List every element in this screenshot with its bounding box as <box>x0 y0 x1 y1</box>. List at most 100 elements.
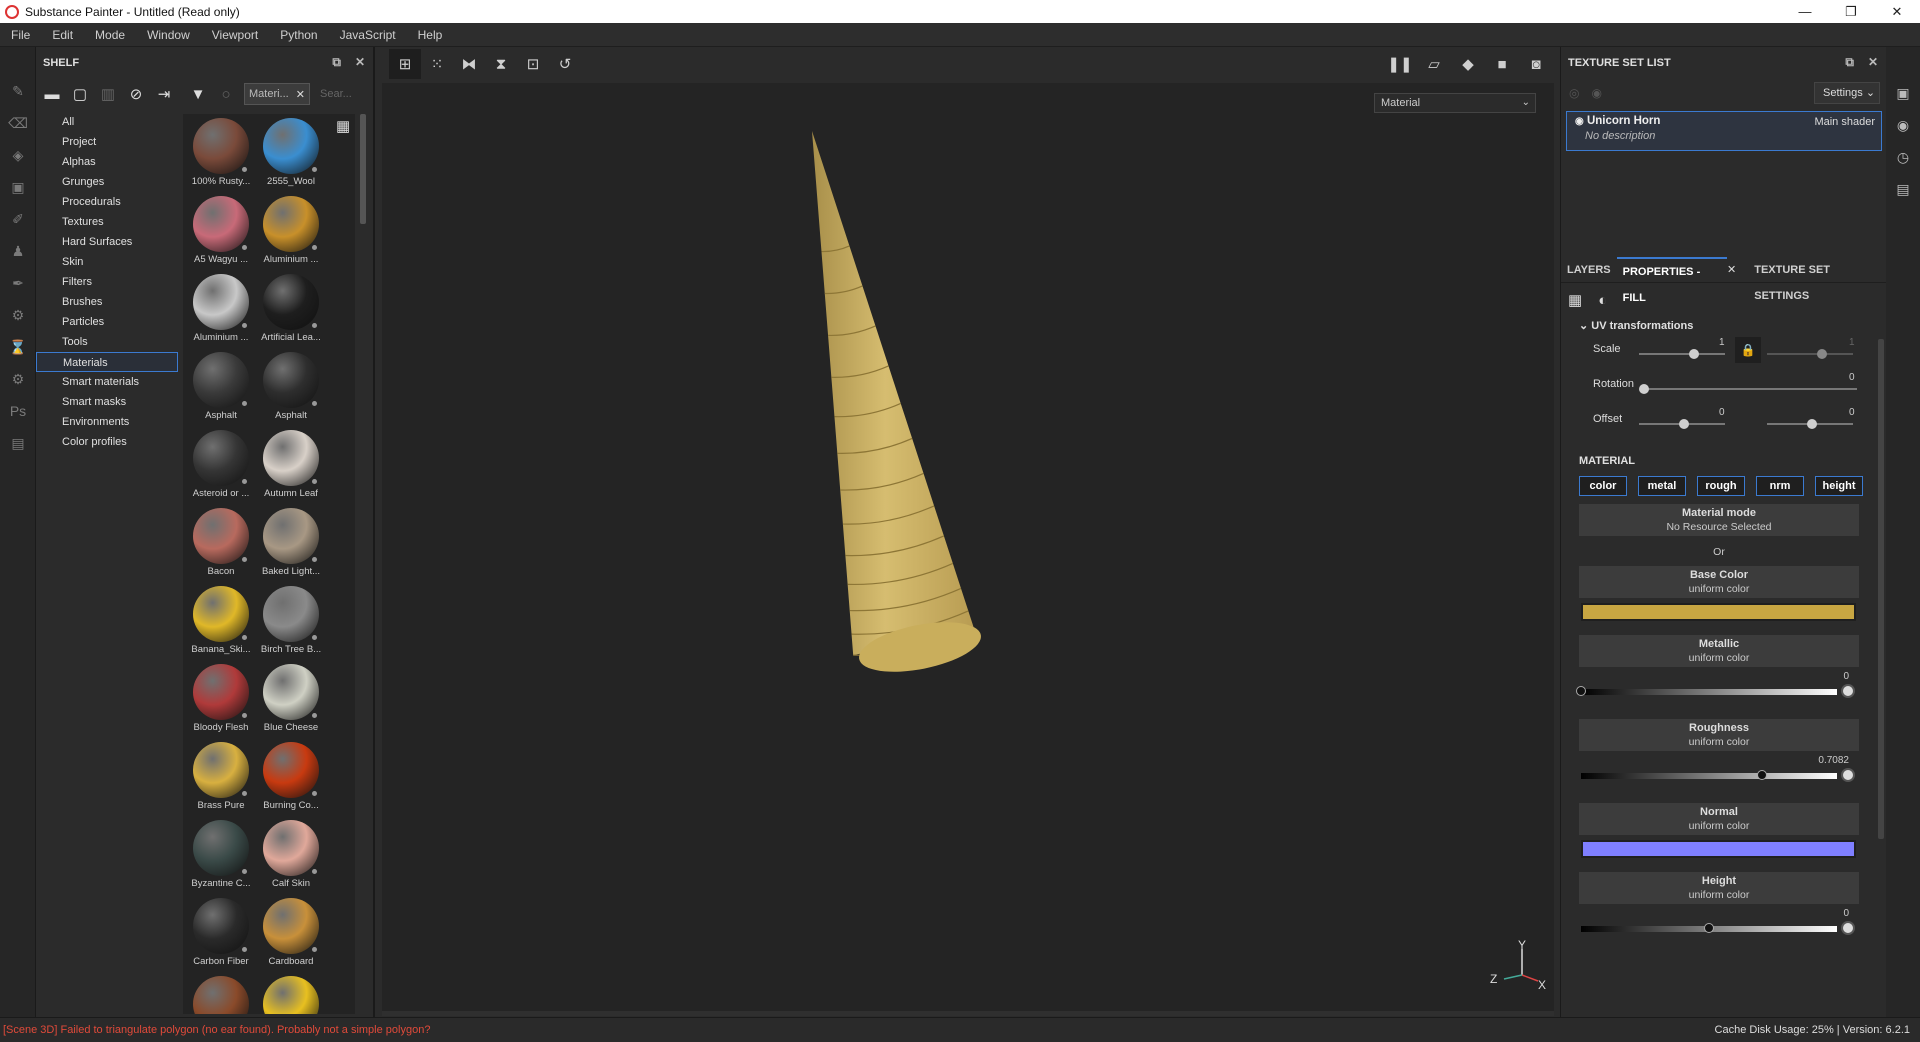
material-thumbnail[interactable]: Bloody Flesh <box>187 660 255 738</box>
material-thumbnail[interactable]: Artificial Lea... <box>257 270 325 348</box>
new-file-icon[interactable]: ▢ <box>68 82 92 106</box>
metallic-slider[interactable] <box>1576 686 1837 696</box>
base-color-block[interactable]: Base Color uniform color <box>1579 566 1859 598</box>
smudge-icon[interactable]: ✐ <box>0 203 36 235</box>
history-icon[interactable]: ◷ <box>1886 141 1920 173</box>
hide-icon[interactable]: ◎ <box>1569 86 1579 100</box>
material-thumbnail[interactable] <box>257 972 325 1014</box>
offset-slider-2[interactable] <box>1767 419 1853 429</box>
category-color-profiles[interactable]: Color profiles <box>36 432 178 452</box>
grid-view-icon[interactable]: ▦ <box>336 117 350 135</box>
category-brushes[interactable]: Brushes <box>36 292 178 312</box>
metallic-knob[interactable] <box>1576 686 1586 696</box>
channel-metal-toggle[interactable]: metal <box>1638 476 1686 496</box>
scale-knob-2[interactable] <box>1817 349 1827 359</box>
channel-nrm-toggle[interactable]: nrm <box>1756 476 1804 496</box>
scale-knob[interactable] <box>1689 349 1699 359</box>
material-thumbnail[interactable]: Aluminium ... <box>187 270 255 348</box>
shader-settings-icon[interactable]: ◉ <box>1886 109 1920 141</box>
material-thumbnail[interactable]: Bacon <box>187 504 255 582</box>
menu-window[interactable]: Window <box>136 28 201 42</box>
menu-javascript[interactable]: JavaScript <box>329 28 407 42</box>
screenshot-icon[interactable]: ◙ <box>1520 49 1552 79</box>
material-thumbnail[interactable]: Cardboard <box>257 894 325 972</box>
material-thumbnail[interactable] <box>187 972 255 1014</box>
mirror-y-icon[interactable]: ⧗ <box>485 49 517 79</box>
channel-color-toggle[interactable]: color <box>1579 476 1627 496</box>
menu-mode[interactable]: Mode <box>84 28 136 42</box>
roughness-knob[interactable] <box>1757 770 1768 780</box>
category-environments[interactable]: Environments <box>36 412 178 432</box>
roughness-slider[interactable] <box>1581 770 1837 780</box>
category-alphas[interactable]: Alphas <box>36 152 178 172</box>
material-thumbnail[interactable]: 100% Rusty... <box>187 114 255 192</box>
material-thumbnail[interactable]: Birch Tree B... <box>257 582 325 660</box>
height-block[interactable]: Height uniform color <box>1579 872 1859 904</box>
menu-file[interactable]: File <box>0 28 41 42</box>
menu-viewport[interactable]: Viewport <box>201 28 269 42</box>
material-thumbnail[interactable]: Brass Pure <box>187 738 255 816</box>
category-all[interactable]: All <box>36 112 178 132</box>
menu-python[interactable]: Python <box>269 28 328 42</box>
cube-icon[interactable]: ◆ <box>1452 49 1484 79</box>
tab-layers[interactable]: LAYERS <box>1561 257 1617 283</box>
roughness-picker-icon[interactable] <box>1841 768 1855 782</box>
import-icon[interactable]: ⇥ <box>152 82 176 106</box>
material-thumbnail[interactable]: Aluminium ... <box>257 192 325 270</box>
close-window-button[interactable]: ✕ <box>1874 0 1920 23</box>
channel-height-toggle[interactable]: height <box>1815 476 1863 496</box>
offset-knob-2[interactable] <box>1807 419 1817 429</box>
paint-brush-icon[interactable]: ✎ <box>0 75 36 107</box>
material-thumbnail[interactable]: Autumn Leaf <box>257 426 325 504</box>
log-icon[interactable]: ▤ <box>1886 173 1920 205</box>
material-thumbnail[interactable]: Burning Co... <box>257 738 325 816</box>
eraser-icon[interactable]: ⌫ <box>0 107 36 139</box>
eye-icon[interactable]: ◉ <box>1575 116 1584 127</box>
perspective-icon[interactable]: ▱ <box>1418 49 1450 79</box>
clear-filter-icon[interactable]: ✕ <box>296 88 305 101</box>
mirror-x-icon[interactable]: ⧓ <box>453 49 485 79</box>
shelf-search-input[interactable]: Sear... <box>314 83 360 105</box>
eye-icon[interactable]: ◉ <box>1591 86 1601 100</box>
hide-icon[interactable]: ⊘ <box>124 82 148 106</box>
menu-help[interactable]: Help <box>407 28 454 42</box>
rotation-knob[interactable] <box>1639 384 1649 394</box>
close-icon[interactable]: ✕ <box>355 55 365 70</box>
reset-icon[interactable]: ↺ <box>549 49 581 79</box>
material-thumbnail[interactable]: 2555_Wool <box>257 114 325 192</box>
material-thumbnail[interactable]: A5 Wagyu ... <box>187 192 255 270</box>
base-color-swatch[interactable] <box>1581 603 1856 621</box>
polygon-fill-icon[interactable]: ▣ <box>0 171 36 203</box>
category-tools[interactable]: Tools <box>36 332 178 352</box>
lock-icon[interactable]: 🔒 <box>1735 337 1761 363</box>
category-grunges[interactable]: Grunges <box>36 172 178 192</box>
material-thumbnail[interactable]: Asphalt <box>257 348 325 426</box>
tab-texture-set-settings[interactable]: TEXTURE SET SETTINGS <box>1748 257 1887 302</box>
texture-set-shader[interactable]: Main shader <box>1814 116 1875 128</box>
metallic-block[interactable]: Metallic uniform color <box>1579 635 1859 667</box>
clone-stamp-icon[interactable]: ♟ <box>0 235 36 267</box>
material-thumbnail[interactable]: Baked Light... <box>257 504 325 582</box>
offset-slider[interactable] <box>1639 419 1725 429</box>
fill-properties-icon[interactable]: ▦ <box>1568 291 1582 309</box>
metallic-picker-icon[interactable] <box>1841 684 1855 698</box>
folder-icon[interactable]: ▬ <box>40 82 64 106</box>
camera-icon[interactable]: ■ <box>1486 49 1518 79</box>
display-settings-icon[interactable]: ▣ <box>1886 77 1920 109</box>
minimize-button[interactable]: — <box>1782 0 1828 23</box>
frame-icon[interactable]: ⊡ <box>517 49 549 79</box>
scale-slider[interactable] <box>1639 349 1725 359</box>
maximize-button[interactable]: ❐ <box>1828 0 1874 23</box>
menu-edit[interactable]: Edit <box>41 28 84 42</box>
category-hard-surfaces[interactable]: Hard Surfaces <box>36 232 178 252</box>
material-thumbnail[interactable]: Carbon Fiber <box>187 894 255 972</box>
settings-dropdown[interactable]: Settings ⌄ <box>1814 82 1880 104</box>
channel-rough-toggle[interactable]: rough <box>1697 476 1745 496</box>
shelf-scrollbar[interactable] <box>360 114 366 224</box>
grid-alt-icon[interactable]: ⁙ <box>421 49 453 79</box>
category-filters[interactable]: Filters <box>36 272 178 292</box>
normal-block[interactable]: Normal uniform color <box>1579 803 1859 835</box>
material-mode-block[interactable]: Material mode No Resource Selected <box>1579 504 1859 536</box>
3d-viewport[interactable]: Material ⌄ Y X Z <box>382 83 1554 1013</box>
category-particles[interactable]: Particles <box>36 312 178 332</box>
